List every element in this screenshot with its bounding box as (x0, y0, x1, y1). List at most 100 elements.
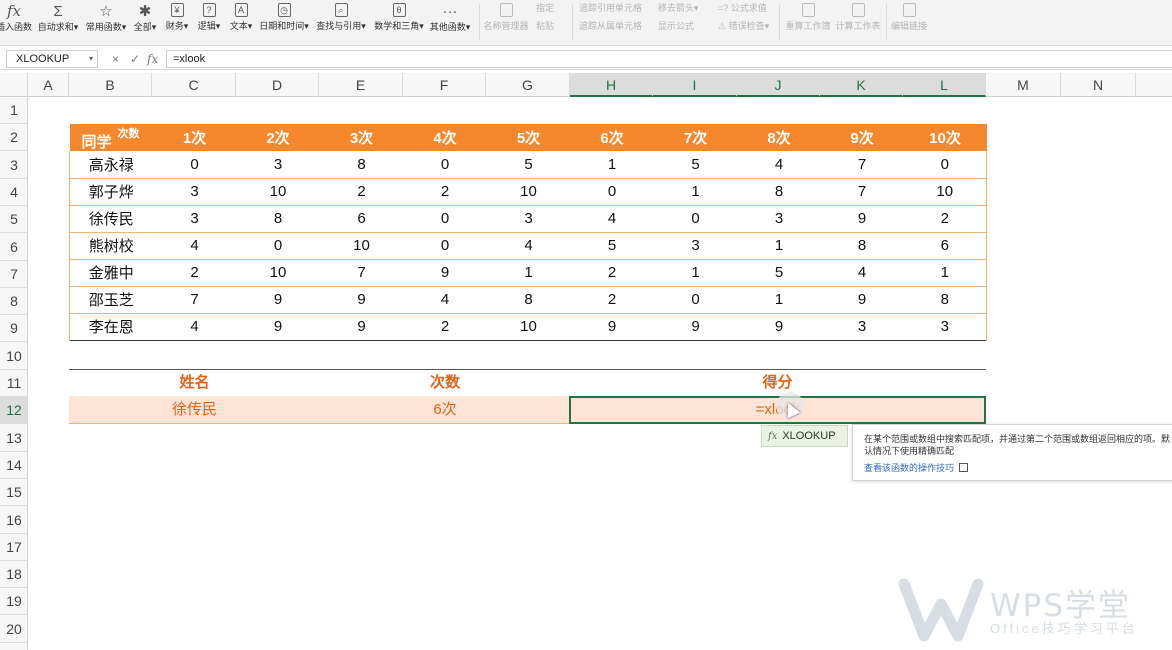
score-cell[interactable]: 9 (738, 313, 821, 340)
text-functions-button[interactable]: A 文本▾ (226, 0, 256, 44)
score-cell[interactable]: 1 (903, 259, 987, 286)
lookup-name-value[interactable]: 徐传民 (69, 397, 320, 423)
score-cell[interactable]: 7 (153, 286, 237, 313)
score-cell[interactable]: 3 (654, 232, 738, 259)
column-header-d[interactable]: D (236, 73, 319, 97)
score-cell[interactable]: 9 (404, 259, 487, 286)
name-manager-button[interactable]: 名称管理器 (482, 0, 530, 44)
score-cell[interactable]: 4 (404, 286, 487, 313)
table-header-cell[interactable]: 1次 (152, 124, 237, 151)
score-cell[interactable]: 0 (404, 232, 487, 259)
edit-links-button[interactable]: 编辑链接 (888, 0, 930, 44)
row-header-3[interactable]: 3 (0, 152, 28, 179)
lookup-count-header[interactable]: 次数 (320, 370, 570, 396)
table-header-cell[interactable]: 4次 (403, 124, 487, 151)
row-header-1[interactable]: 1 (0, 97, 28, 124)
score-cell[interactable]: 8 (237, 205, 320, 232)
score-cell[interactable]: 2 (153, 259, 237, 286)
score-cell[interactable]: 1 (654, 178, 738, 205)
confirm-icon[interactable]: ✓ (130, 51, 140, 67)
student-name-cell[interactable]: 金雅中 (69, 259, 153, 286)
score-cell[interactable]: 9 (571, 313, 654, 340)
score-cell[interactable]: 3 (903, 313, 987, 340)
column-header-a[interactable]: A (28, 73, 69, 97)
score-cell[interactable]: 10 (487, 313, 571, 340)
score-cell[interactable]: 4 (571, 205, 654, 232)
row-header-6[interactable]: 6 (0, 234, 28, 261)
score-cell[interactable]: 3 (153, 178, 237, 205)
score-cell[interactable]: 9 (237, 313, 320, 340)
name-box[interactable]: XLOOKUP ▾ (6, 50, 98, 68)
math-trig-button[interactable]: θ 数学和三角▾ (372, 0, 426, 44)
score-cell[interactable]: 10 (237, 178, 320, 205)
score-cell[interactable]: 2 (404, 178, 487, 205)
table-header-cell[interactable]: 5次 (486, 124, 571, 151)
row-header-5[interactable]: 5 (0, 206, 28, 234)
all-functions-button[interactable]: ✱ 全部▾ (131, 0, 159, 44)
row-header-12[interactable]: 12 (0, 397, 28, 425)
score-cell[interactable]: 3 (237, 151, 320, 178)
select-all-corner[interactable] (0, 73, 28, 97)
row-header-9[interactable]: 9 (0, 315, 28, 343)
row-header-20[interactable]: 20 (0, 616, 28, 643)
row-header-15[interactable]: 15 (0, 479, 28, 507)
student-name-cell[interactable]: 熊树校 (69, 232, 153, 259)
calculate-sheet-button[interactable]: 计算工作表 (834, 0, 882, 44)
column-header-e[interactable]: E (319, 73, 403, 97)
column-header-b[interactable]: B (69, 73, 152, 97)
score-cell[interactable]: 5 (654, 151, 738, 178)
score-cell[interactable]: 2 (320, 178, 404, 205)
column-header-j[interactable]: J (737, 73, 820, 97)
score-cell[interactable]: 4 (153, 232, 237, 259)
other-functions-button[interactable]: ··· 其他函数▾ (428, 0, 472, 44)
trace-dependents-button[interactable]: 追踪从属单元格 (579, 20, 642, 32)
score-cell[interactable]: 5 (738, 259, 821, 286)
score-cell[interactable]: 2 (903, 205, 987, 232)
row-header-16[interactable]: 16 (0, 507, 28, 534)
score-cell[interactable]: 0 (153, 151, 237, 178)
score-cell[interactable]: 7 (821, 151, 904, 178)
fx-icon[interactable]: fx (147, 51, 158, 67)
score-cell[interactable]: 3 (487, 205, 571, 232)
insert-function-button[interactable]: fx 插入函数 (0, 0, 34, 44)
score-cell[interactable]: 1 (571, 151, 654, 178)
chevron-down-icon[interactable]: ▾ (89, 51, 93, 67)
row-header-8[interactable]: 8 (0, 288, 28, 316)
student-name-cell[interactable]: 邵玉芝 (69, 286, 153, 313)
score-cell[interactable]: 8 (487, 286, 571, 313)
score-cell[interactable]: 4 (153, 313, 237, 340)
score-cell[interactable]: 4 (487, 232, 571, 259)
column-header-g[interactable]: G (486, 73, 570, 97)
score-cell[interactable]: 3 (153, 205, 237, 232)
score-cell[interactable]: 0 (237, 232, 320, 259)
lookup-count-value[interactable]: 6次 (320, 397, 570, 423)
score-cell[interactable]: 1 (654, 259, 738, 286)
score-cell[interactable]: 4 (738, 151, 821, 178)
score-cell[interactable]: 10 (903, 178, 987, 205)
score-cell[interactable]: 2 (571, 259, 654, 286)
student-name-cell[interactable]: 徐传民 (69, 205, 153, 232)
lookup-name-header[interactable]: 姓名 (69, 370, 320, 396)
score-cell[interactable]: 1 (738, 286, 821, 313)
show-formulas-button[interactable]: 显示公式 (658, 20, 694, 32)
score-cell[interactable]: 9 (320, 286, 404, 313)
score-cell[interactable]: 3 (738, 205, 821, 232)
score-cell[interactable]: 0 (404, 151, 487, 178)
row-header-19[interactable]: 19 (0, 588, 28, 616)
table-header-cell[interactable]: 7次 (653, 124, 738, 151)
row-header-7[interactable]: 7 (0, 261, 28, 288)
trace-precedents-button[interactable]: 追踪引用单元格 (579, 2, 642, 14)
score-cell[interactable]: 1 (487, 259, 571, 286)
error-checking-button[interactable]: ⚠ 错误检查▾ (718, 20, 769, 32)
score-cell[interactable]: 0 (654, 286, 738, 313)
score-cell[interactable]: 4 (821, 259, 904, 286)
table-corner-cell[interactable]: 同学 次数 (69, 124, 153, 151)
column-header-k[interactable]: K (820, 73, 903, 97)
recalculate-workbook-button[interactable]: 重算工作簿 (784, 0, 832, 44)
common-functions-button[interactable]: ☆ 常用函数▾ (85, 0, 127, 44)
score-cell[interactable]: 5 (487, 151, 571, 178)
evaluate-formula-button[interactable]: =? 公式求值 (718, 2, 767, 14)
specify-button[interactable]: 指定 (536, 2, 554, 14)
table-header-cell[interactable]: 10次 (903, 124, 987, 151)
column-header-h[interactable]: H (570, 73, 653, 97)
